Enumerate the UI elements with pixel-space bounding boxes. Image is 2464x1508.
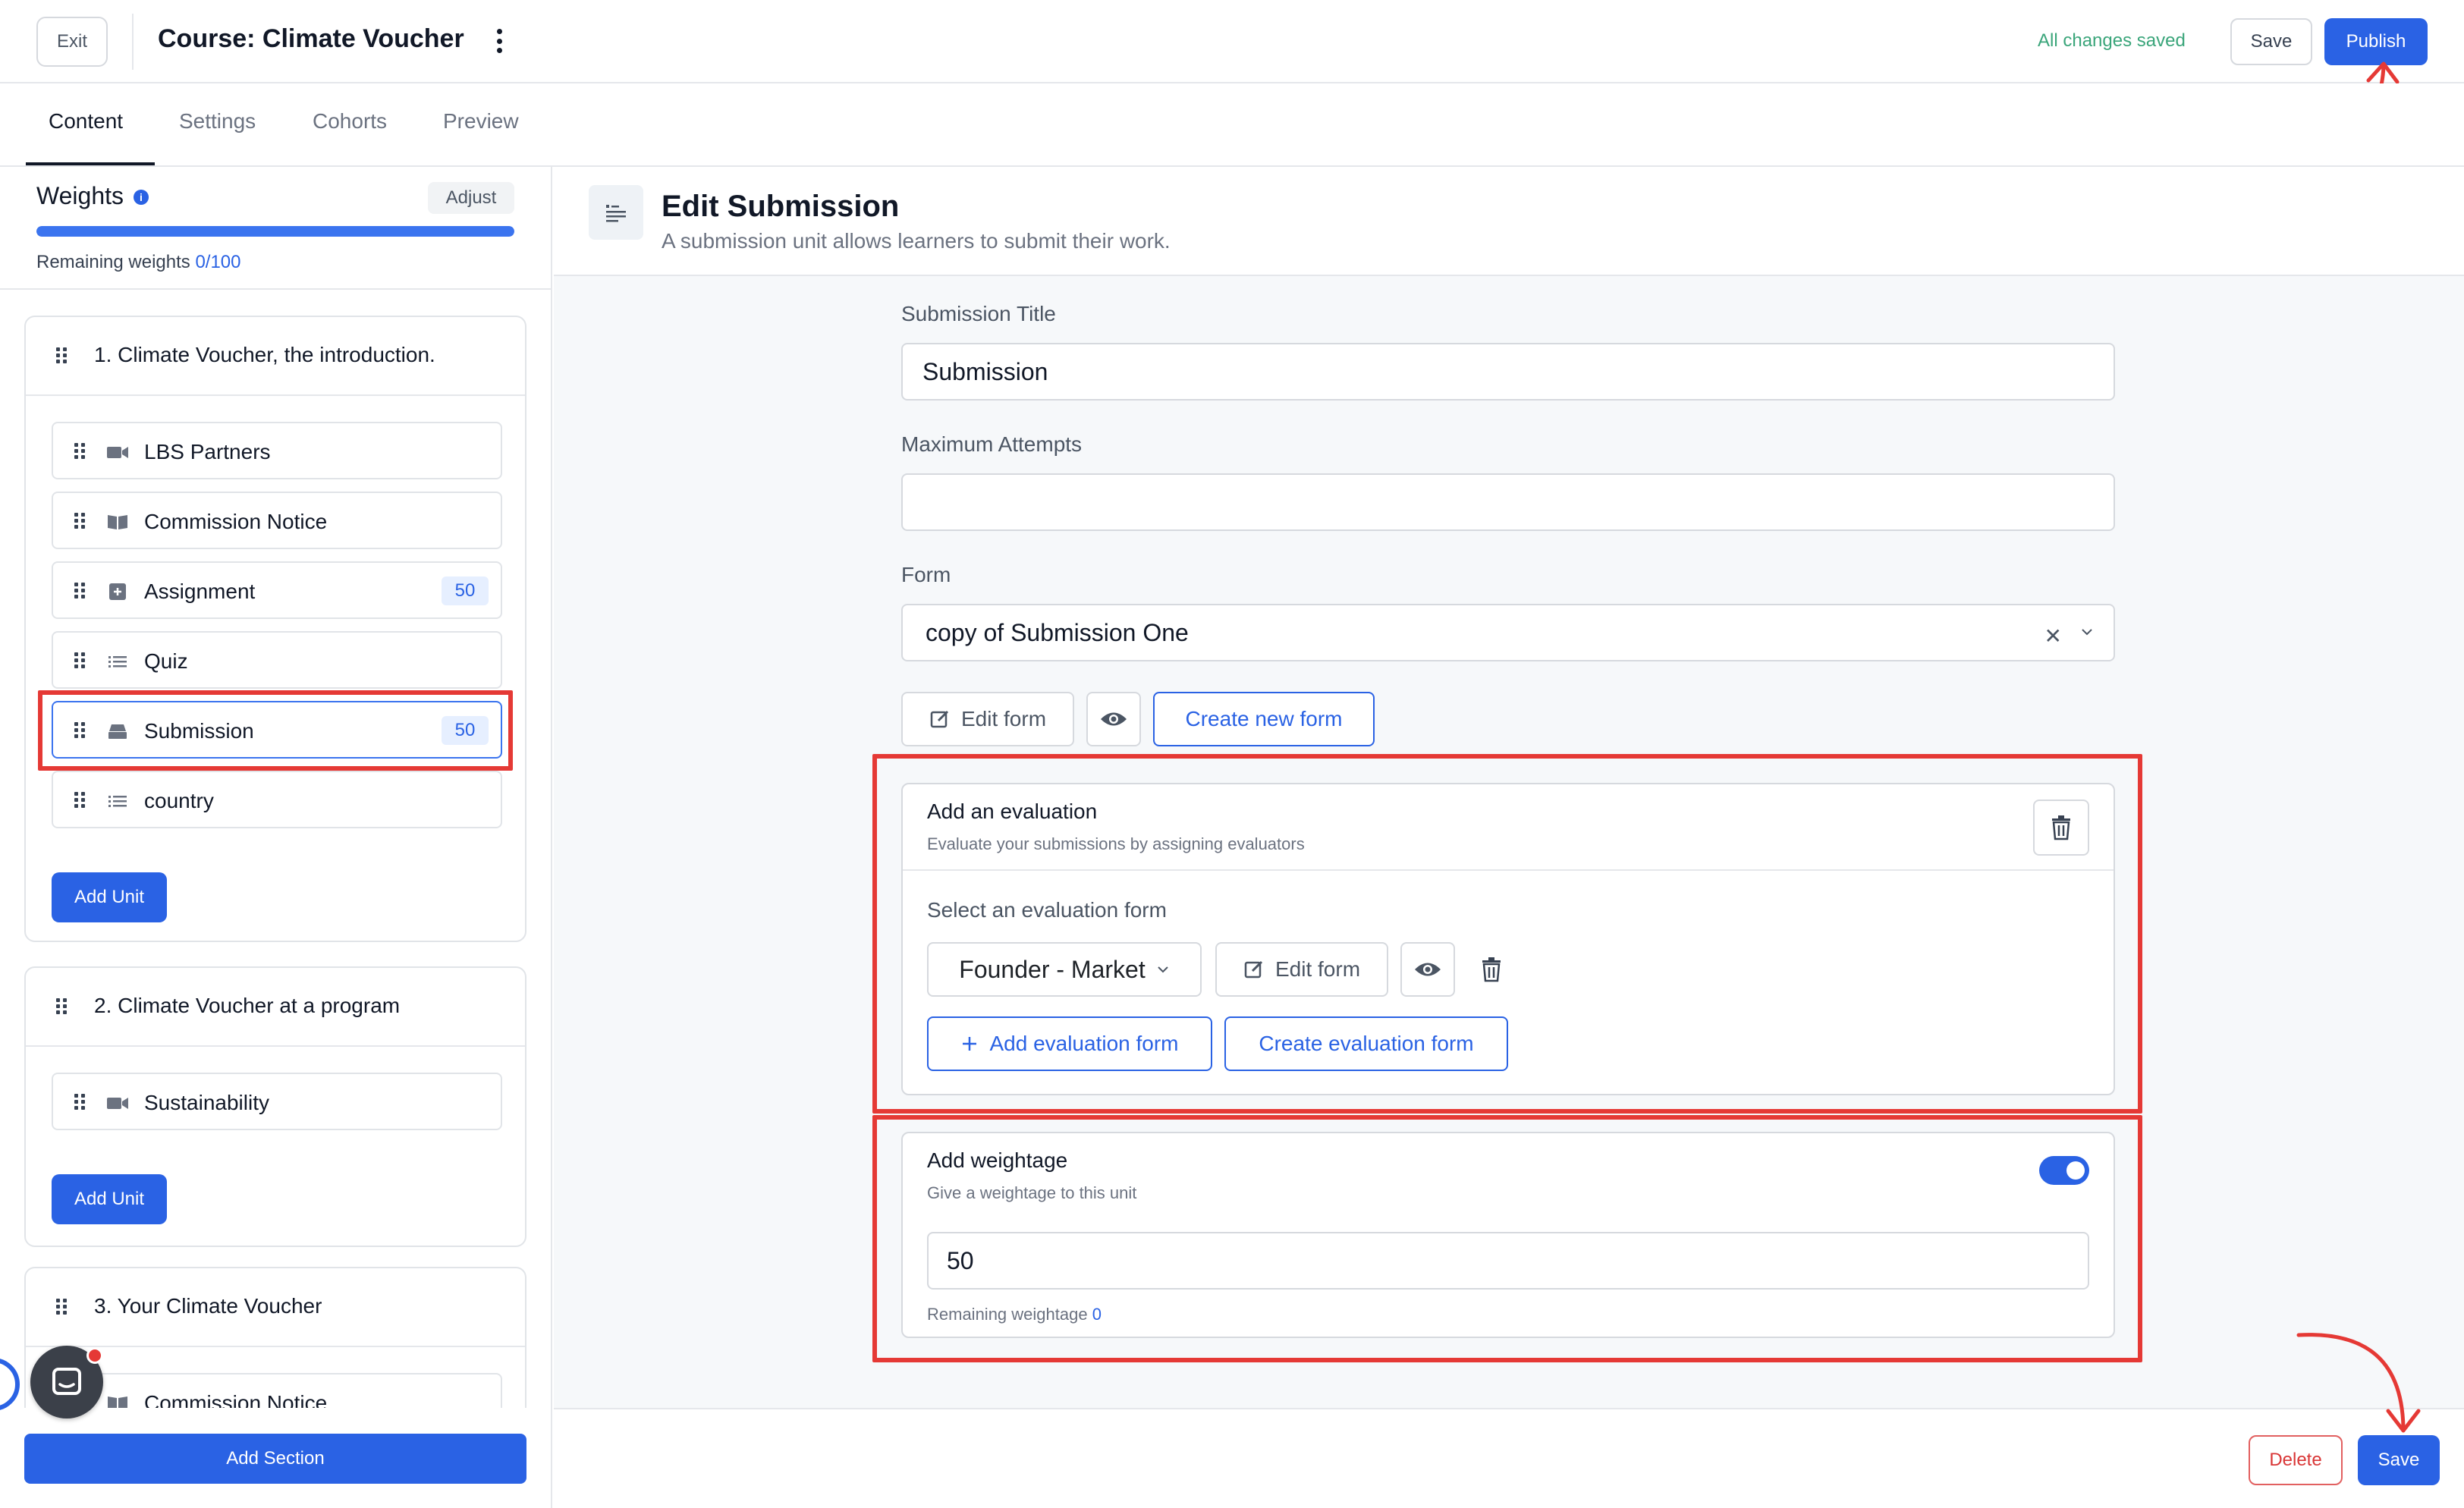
form-label: Form: [901, 563, 951, 586]
weights-progress-bar: [36, 226, 514, 237]
exit-button[interactable]: Exit: [36, 17, 108, 67]
drag-handle-icon[interactable]: [56, 1299, 67, 1315]
drag-handle-icon[interactable]: [74, 792, 85, 809]
active-tab-indicator: [26, 162, 155, 165]
video-icon: [107, 1098, 128, 1109]
assignment-icon: [109, 583, 126, 600]
submission-type-icon: [589, 185, 643, 240]
add-section-button[interactable]: Add Section: [24, 1434, 526, 1484]
weights-progress-fill: [36, 226, 514, 237]
max-attempts-label: Maximum Attempts: [901, 432, 1083, 456]
section-title: 2. Climate Voucher at a program: [94, 994, 401, 1017]
section-header[interactable]: 3. Your Climate Voucher: [26, 1268, 525, 1347]
unit-label: LBS Partners: [144, 440, 271, 463]
annotation-highlight-evaluation: [872, 754, 2142, 1114]
form-select[interactable]: copy of Submission One ✕: [901, 604, 2115, 661]
unit-label: country: [144, 789, 214, 812]
notification-dot: [86, 1347, 103, 1364]
list-icon: [108, 796, 127, 807]
unit-item[interactable]: Commission Notice: [52, 492, 502, 549]
chat-icon: [52, 1368, 81, 1395]
sidebar: Weights i Adjust Remaining weights 0/100…: [0, 167, 552, 1508]
divider: [132, 14, 134, 70]
unit-item[interactable]: Quiz: [52, 631, 502, 689]
chevron-down-icon[interactable]: [2080, 625, 2094, 639]
remaining-weights-value: 0/100: [195, 252, 241, 272]
more-options-icon[interactable]: [486, 26, 513, 56]
tab-cohorts[interactable]: Cohorts: [313, 109, 387, 134]
section-header[interactable]: 2. Climate Voucher at a program: [26, 968, 525, 1047]
unit-label: Sustainability: [144, 1091, 269, 1114]
drag-handle-icon[interactable]: [74, 583, 85, 599]
unit-label: Commission Notice: [144, 510, 328, 533]
max-attempts-input[interactable]: [901, 473, 2115, 531]
annotation-highlight-submission: [38, 690, 513, 771]
weight-badge: 50: [442, 576, 489, 605]
edit-header: Edit Submission A submission unit allows…: [554, 167, 2464, 276]
page-title: Edit Submission: [662, 190, 900, 223]
drag-handle-icon[interactable]: [56, 347, 67, 364]
unit-label: Assignment: [144, 580, 256, 603]
annotation-highlight-weightage: [872, 1115, 2142, 1362]
tab-bar: Content Settings Cohorts Preview: [0, 83, 2464, 167]
footer-bar: Delete Save: [554, 1408, 2464, 1508]
drag-handle-icon[interactable]: [74, 513, 85, 529]
unit-label: Quiz: [144, 649, 188, 673]
drag-handle-icon[interactable]: [74, 1094, 85, 1111]
top-bar: Exit Course: Climate Voucher All changes…: [0, 0, 2464, 83]
tab-settings[interactable]: Settings: [179, 109, 256, 134]
submission-title-input[interactable]: Submission: [901, 343, 2115, 401]
course-title: Course: Climate Voucher: [158, 24, 464, 53]
book-icon: [108, 515, 127, 529]
edit-icon: [930, 710, 949, 728]
section-1: 1. Climate Voucher, the introduction. LB…: [24, 316, 526, 942]
tab-content[interactable]: Content: [49, 109, 123, 134]
drag-handle-icon[interactable]: [74, 652, 85, 669]
list-icon: [108, 656, 127, 668]
create-new-form-button[interactable]: Create new form: [1153, 692, 1375, 746]
save-status-text: All changes saved: [2038, 30, 2186, 51]
edit-form-button[interactable]: Edit form: [901, 692, 1074, 746]
unit-item[interactable]: Sustainability: [52, 1073, 502, 1130]
preview-form-button[interactable]: [1086, 692, 1141, 746]
edit-form-label: Edit form: [960, 707, 1047, 730]
page-subtitle: A submission unit allows learners to sub…: [662, 229, 1171, 253]
main-panel: Edit Submission A submission unit allows…: [554, 167, 2464, 1508]
section-header[interactable]: 1. Climate Voucher, the introduction.: [26, 317, 525, 396]
adjust-button[interactable]: Adjust: [428, 182, 514, 214]
form-select-value: copy of Submission One: [926, 618, 1189, 646]
video-icon: [107, 447, 128, 458]
submission-title-label: Submission Title: [901, 302, 1056, 325]
remaining-weights-label: Remaining weights: [36, 252, 196, 272]
section-title: 1. Climate Voucher, the introduction.: [94, 343, 435, 366]
add-unit-button[interactable]: Add Unit: [52, 1174, 167, 1224]
section-2: 2. Climate Voucher at a program Sustaina…: [24, 966, 526, 1247]
annotation-arrow-save: [2296, 1333, 2421, 1433]
drag-handle-icon[interactable]: [56, 998, 67, 1015]
info-icon[interactable]: i: [134, 190, 149, 205]
drag-handle-icon[interactable]: [74, 443, 85, 460]
eye-icon: [1101, 712, 1127, 726]
divider: [0, 288, 551, 290]
unit-item[interactable]: Assignment 50: [52, 561, 502, 619]
weights-title: Weights: [36, 182, 124, 209]
clear-icon[interactable]: ✕: [2044, 624, 2062, 649]
unit-item[interactable]: LBS Partners: [52, 422, 502, 479]
unit-item[interactable]: country: [52, 771, 502, 828]
tab-preview[interactable]: Preview: [443, 109, 519, 134]
section-title: 3. Your Climate Voucher: [94, 1294, 322, 1318]
remaining-weights: Remaining weights 0/100: [36, 252, 241, 273]
add-unit-button[interactable]: Add Unit: [52, 872, 167, 922]
